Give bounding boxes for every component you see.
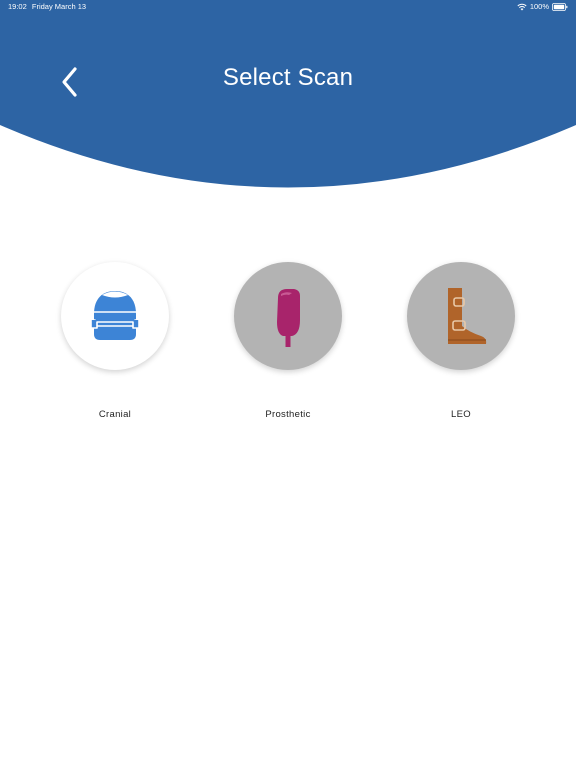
prosthetic-leg-icon: [277, 289, 300, 347]
battery-icon: [552, 3, 568, 11]
page-title: Select Scan: [222, 64, 354, 91]
status-right: 100%: [517, 0, 568, 14]
option-label-leo: LEO: [451, 409, 471, 420]
leg-brace-icon: [448, 288, 487, 344]
option-label-cranial: Cranial: [98, 409, 132, 420]
option-label-prosthetic: Prosthetic: [265, 409, 311, 420]
wifi-icon: [517, 3, 527, 11]
status-date: Friday March 13: [31, 2, 87, 11]
prosthetic-circle[interactable]: [234, 262, 342, 370]
select-scan-screen: 19:02 Friday March 13 100% Select Scan C…: [0, 0, 576, 768]
helmet-icon: [90, 291, 140, 340]
option-prosthetic[interactable]: Prosthetic: [223, 262, 353, 420]
status-time: 19:02: [8, 2, 27, 11]
leo-circle[interactable]: [407, 262, 515, 370]
header: 19:02 Friday March 13 100% Select Scan: [0, 0, 576, 200]
battery-percent: 100%: [529, 2, 549, 11]
option-leo[interactable]: LEO: [396, 262, 526, 420]
cranial-circle[interactable]: [61, 262, 169, 370]
option-cranial[interactable]: Cranial: [50, 262, 180, 420]
status-bar: 19:02 Friday March 13 100%: [0, 0, 576, 16]
status-left: 19:02 Friday March 13: [8, 0, 86, 14]
